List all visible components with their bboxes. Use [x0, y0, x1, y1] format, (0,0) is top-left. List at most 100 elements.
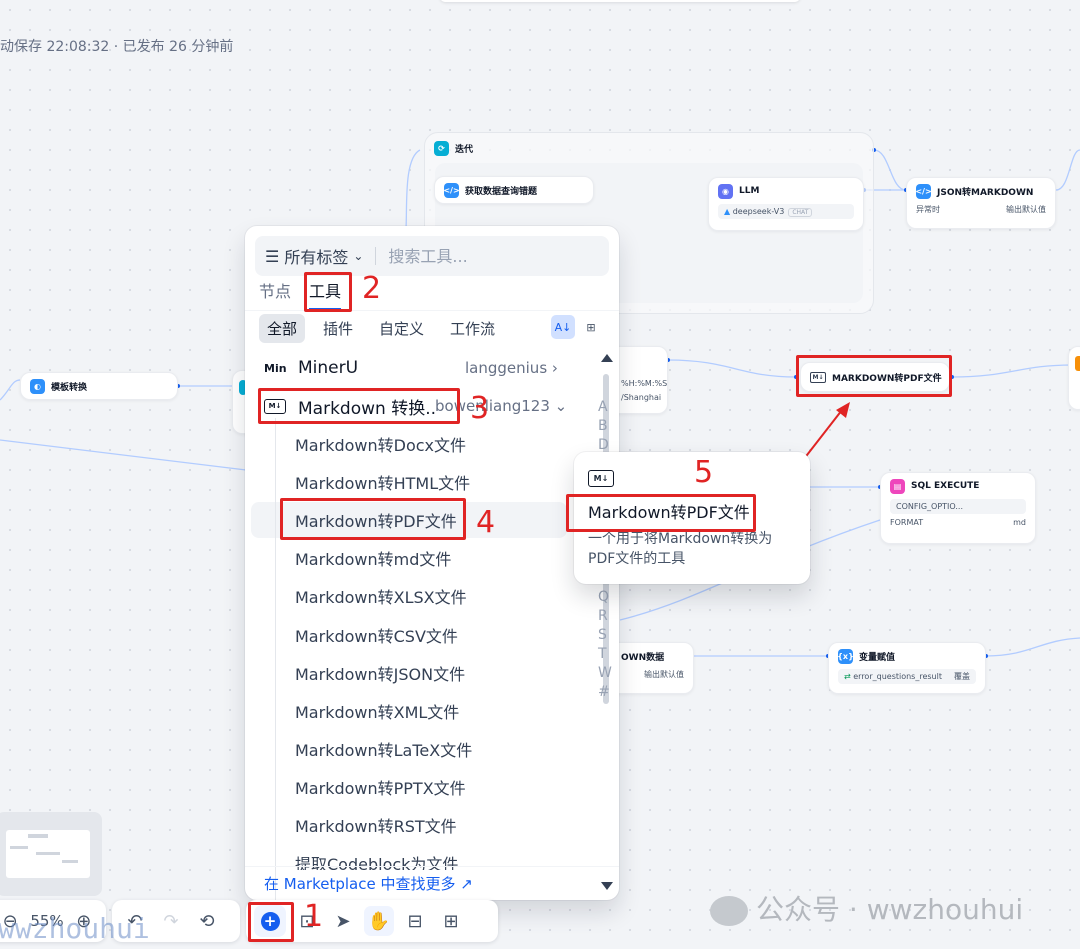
datetime-timezone: /Shanghai	[621, 393, 662, 402]
redo-icon[interactable]: ↷	[156, 906, 186, 936]
llm-icon: ◉	[718, 183, 733, 199]
category-plugins[interactable]: 插件	[315, 314, 361, 343]
tabs-divider	[245, 310, 619, 311]
sql-node-title: SQL EXECUTE	[911, 481, 980, 491]
tool-item[interactable]: Markdown转LaTeX文件	[251, 731, 567, 767]
scroll-up-icon[interactable]	[601, 354, 613, 362]
tag-filter-label: 所有标签	[284, 248, 349, 267]
json-node-title: JSON转MARKDOWN	[937, 187, 1034, 198]
fetch-node-title: 获取数据查询错题	[465, 186, 538, 197]
iteration-header: ⟳ 迭代	[425, 133, 873, 163]
sql-row2-key: FORMAT	[890, 518, 924, 527]
annotation-box-1	[248, 902, 294, 942]
annotation-box-3	[258, 388, 460, 424]
provider-author-row: langgenius ›	[465, 359, 558, 377]
json-node[interactable]: </> JSON转MARKDOWN 异常时 输出默认值	[906, 177, 1056, 229]
template-icon: ◐	[30, 378, 45, 394]
own-node-title: OWN数据	[621, 652, 665, 663]
view-toggle: A↓ ⊞	[551, 315, 603, 339]
tree-view-icon[interactable]: ⊞	[579, 315, 603, 339]
annotation-number-3: 3	[470, 391, 490, 426]
pointer-icon[interactable]: ➤	[328, 906, 358, 936]
node-icon	[1075, 356, 1080, 371]
sort-az-icon[interactable]: A↓	[551, 315, 575, 339]
tool-item[interactable]: Markdown转HTML文件	[251, 464, 567, 500]
tool-item[interactable]: Markdown转md文件	[251, 540, 567, 576]
provider-name: MinerU	[298, 358, 359, 378]
marketplace-link[interactable]: 在 Marketplace 中查找更多 ↗	[245, 866, 619, 900]
tool-item[interactable]: Markdown转RST文件	[251, 807, 567, 843]
divider	[375, 247, 377, 265]
tool-item[interactable]: Markdown转CSV文件	[251, 617, 567, 653]
annotation-box-5	[566, 494, 756, 532]
tree-line	[275, 418, 276, 900]
category-all[interactable]: 全部	[259, 314, 306, 343]
sql-node[interactable]: ▤ SQL EXECUTE CONFIG_OPTIO... FORMAT md	[880, 472, 1036, 544]
top-toolbar	[440, 0, 800, 2]
hand-icon[interactable]: ✋	[364, 906, 394, 936]
category-filters: 全部 插件 自定义 工作流	[259, 314, 503, 343]
llm-tag: CHAT	[788, 208, 813, 217]
template-node[interactable]: ◐ 模板转换	[20, 372, 178, 400]
alphabet-letter[interactable]: Q	[598, 588, 612, 607]
annotation-number-2: 2	[362, 271, 382, 306]
json-node-left: 异常时	[916, 205, 940, 214]
var-node-title: 变量赋值	[859, 652, 896, 663]
markdown-logo-icon: M↓	[588, 470, 614, 487]
annotation-box-4	[280, 498, 466, 540]
sql-row1-key: CONFIG_OPTIO...	[896, 502, 963, 511]
right-edge-node[interactable]	[1068, 346, 1080, 410]
alphabet-letter[interactable]: R	[598, 607, 612, 626]
category-workflow[interactable]: 工作流	[442, 314, 503, 343]
loop-icon: ⟳	[434, 140, 449, 156]
code-icon: </>	[915, 183, 932, 199]
watermark-left: wwzhouhui	[0, 912, 150, 945]
save-status: 动保存 22:08:32 · 已发布 26 分钟前	[0, 39, 234, 55]
tab-nodes[interactable]: 节点	[259, 278, 291, 310]
minimap-viewport	[6, 830, 90, 878]
history-icon[interactable]: ⟲	[192, 906, 222, 936]
database-icon: ▤	[890, 478, 905, 494]
alphabet-letter[interactable]: #	[598, 683, 612, 702]
export-image-icon[interactable]: ⊟	[400, 906, 430, 936]
own-node-right: 输出默认值	[644, 670, 684, 679]
alphabet-letter[interactable]: B	[598, 417, 612, 436]
tool-item[interactable]: Markdown转XLSX文件	[251, 578, 567, 614]
alphabet-letter[interactable]: A	[598, 398, 612, 417]
alphabet-letter[interactable]: T	[598, 645, 612, 664]
provider-author: langgenius	[465, 359, 548, 377]
tool-item[interactable]: Markdown转JSON文件	[251, 655, 567, 691]
mineru-logo: Min	[264, 361, 287, 375]
model-logo-icon: ▲	[724, 207, 731, 216]
alphabet-letter[interactable]: W	[598, 664, 612, 683]
tooltip-description: 一个用于将Markdown转换为PDF文件的工具	[588, 531, 773, 567]
tool-item[interactable]: Markdown转PPTX文件	[251, 769, 567, 805]
tool-item[interactable]: Markdown转Docx文件	[251, 426, 567, 462]
tool-list: Min MinerU langgenius › M↓ Markdown 转换..…	[245, 350, 619, 870]
tag-filter-button[interactable]: ☰ 所有标签 ⌄	[265, 244, 363, 268]
var-row: ⇄ error_questions_result 覆盖	[838, 669, 976, 684]
provider-mineru[interactable]: Min MinerU langgenius ›	[245, 350, 595, 386]
annotation-number-5: 5	[694, 455, 714, 490]
watermark-right-text: 公众号 · wwzhouhui	[756, 893, 1024, 926]
tool-item[interactable]: Markdown转XML文件	[251, 693, 567, 729]
annotation-box-pdf-node	[796, 355, 952, 397]
annotation-box-2	[304, 272, 352, 312]
llm-node[interactable]: ◉ LLM ▲ deepseek-V3 CHAT	[708, 177, 864, 231]
json-node-right: 输出默认值	[1006, 205, 1046, 214]
layout-icon[interactable]: ⊞	[436, 906, 466, 936]
chevron-right-icon: ›	[551, 359, 558, 377]
variable-icon: {x}	[837, 648, 854, 664]
llm-node-title: LLM	[739, 186, 760, 196]
fetch-node[interactable]: </> 获取数据查询错题	[434, 176, 594, 204]
variable-assign-node[interactable]: {x} 变量赋值 ⇄ error_questions_result 覆盖	[828, 642, 986, 694]
sql-row-config: CONFIG_OPTIO...	[890, 499, 1026, 514]
llm-model-row: ▲ deepseek-V3 CHAT	[718, 204, 854, 219]
sql-row2-val: md	[1013, 518, 1026, 527]
minimap[interactable]	[0, 812, 102, 896]
tool-search-input[interactable]	[388, 246, 569, 266]
var-name: error_questions_result	[853, 672, 942, 681]
alphabet-letter[interactable]: S	[598, 626, 612, 645]
category-custom[interactable]: 自定义	[371, 314, 432, 343]
chevron-down-icon: ⌄	[554, 397, 568, 415]
